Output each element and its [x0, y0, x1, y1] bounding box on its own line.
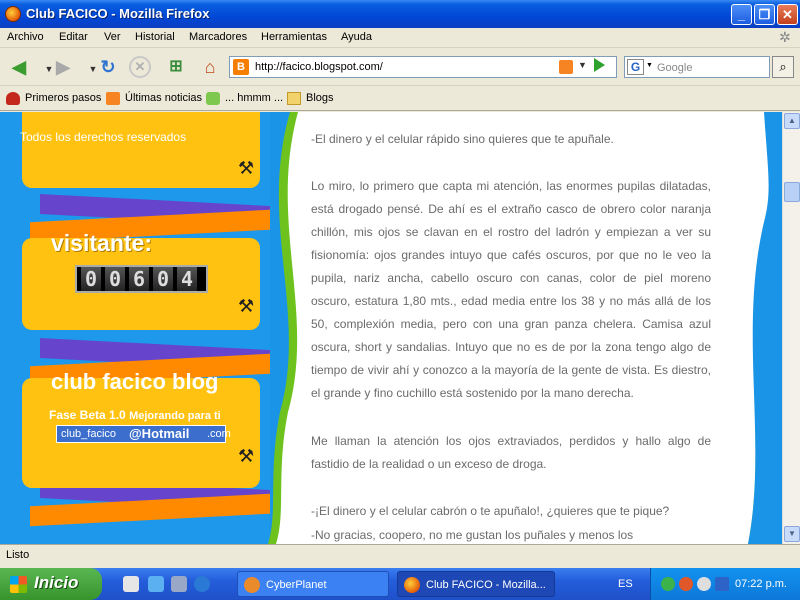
- visitor-counter: 00604: [75, 265, 208, 293]
- window-title: Club FACICO - Mozilla Firefox: [26, 6, 210, 21]
- post-paragraph: -No gracias, coopero, no me gustan los p…: [311, 528, 634, 542]
- windows-flag-icon: [10, 576, 27, 593]
- mail-user: club_facico: [61, 428, 117, 440]
- rss-feed-icon[interactable]: [559, 60, 573, 74]
- counter-digit: 6: [129, 267, 149, 291]
- start-button[interactable]: Inicio: [0, 568, 102, 600]
- beta-main: Fase Beta 1.0: [49, 408, 126, 422]
- counter-digit: 4: [177, 267, 197, 291]
- hotmail-contact[interactable]: club_facico @Hotmail .com: [56, 425, 231, 443]
- status-text: Listo: [6, 549, 30, 561]
- vertical-scrollbar[interactable]: ▲ ▼: [782, 112, 800, 544]
- counter-digit: 0: [153, 267, 173, 291]
- navigation-toolbar: ◀ ▼ ▶ ▼ ↻ ✕ ⊞ ⌂ B http://facico.blogspot…: [0, 48, 800, 86]
- counter-digit: 0: [105, 267, 125, 291]
- clock: 07:22 p.m.: [735, 578, 787, 590]
- reload-icon[interactable]: ↻: [95, 54, 121, 80]
- bookmark-chat-icon: [206, 92, 220, 105]
- post-paragraph: -El dinero y el celular rápido sino quie…: [311, 132, 614, 146]
- post-paragraph: Me llaman la atención los ojos extraviad…: [311, 434, 711, 471]
- go-arrow-icon[interactable]: [594, 58, 605, 72]
- cyberplanet-icon: [244, 577, 260, 593]
- beta-sub: Mejorando para ti: [129, 410, 221, 422]
- blog-sidebar: Todos los derechos reservados ⚒ visitant…: [0, 112, 270, 544]
- bookmark-blogs-folder[interactable]: Blogs: [306, 92, 334, 104]
- new-tab-icon[interactable]: ⊞: [163, 54, 189, 80]
- bookmark-hmmm[interactable]: ... hmmm ...: [225, 92, 283, 104]
- mail-domain: @Hotmail: [129, 426, 190, 441]
- scroll-down-icon[interactable]: ▼: [784, 526, 800, 542]
- close-button[interactable]: ✕: [777, 4, 798, 25]
- menu-herramientas[interactable]: Herramientas: [261, 31, 327, 43]
- tray-security-icon[interactable]: [715, 577, 729, 591]
- bookmark-rss-icon: [106, 92, 120, 105]
- minimize-button[interactable]: _: [731, 4, 752, 25]
- tray-app-icon[interactable]: [679, 577, 693, 591]
- address-bar[interactable]: B http://facico.blogspot.com/ ▼: [229, 56, 617, 78]
- bookmark-primeros-pasos[interactable]: Primeros pasos: [25, 92, 101, 104]
- tray-volume-icon[interactable]: [697, 577, 711, 591]
- mail-tld: .com: [207, 428, 231, 440]
- firefox-icon: [404, 577, 420, 593]
- window-titlebar: Club FACICO - Mozilla Firefox _ ❐ ✕: [0, 0, 800, 28]
- blogger-favicon-icon: B: [233, 59, 249, 75]
- address-dropdown-icon[interactable]: ▼: [578, 60, 587, 70]
- throbber-icon: ✲: [779, 29, 791, 45]
- menu-historial[interactable]: Historial: [135, 31, 175, 43]
- folder-icon: [287, 92, 301, 105]
- quicklaunch-desktop-icon[interactable]: [123, 576, 139, 592]
- quicklaunch-ie-icon[interactable]: [194, 576, 210, 592]
- quicklaunch-outlook-icon[interactable]: [171, 576, 187, 592]
- task-label: Club FACICO - Mozilla...: [426, 579, 546, 591]
- windows-taskbar: Inicio CyberPlanet Club FACICO - Mozilla…: [0, 568, 800, 600]
- task-label: CyberPlanet: [266, 579, 327, 591]
- system-tray: 07:22 p.m.: [650, 568, 800, 600]
- tools-icon[interactable]: ⚒: [238, 158, 254, 179]
- forward-arrow-icon[interactable]: ▶: [50, 54, 76, 80]
- bookmarks-toolbar: Primeros pasos Últimas noticias ... hmmm…: [0, 87, 800, 111]
- tools-icon[interactable]: ⚒: [238, 446, 254, 467]
- copyright-text: Todos los derechos reservados: [20, 130, 187, 144]
- beta-text: Fase Beta 1.0 Mejorando para ti: [49, 408, 221, 422]
- start-label: Inicio: [34, 573, 79, 592]
- google-engine-icon[interactable]: G: [627, 59, 644, 75]
- menu-archivo[interactable]: Archivo: [7, 31, 44, 43]
- bookmark-firefox-icon: [6, 92, 20, 105]
- search-placeholder: Google: [657, 62, 693, 74]
- menu-bar: Archivo Editar Ver Historial Marcadores …: [0, 28, 800, 48]
- firefox-icon: [5, 6, 21, 22]
- search-box[interactable]: G ▼ Google: [624, 56, 770, 78]
- post-paragraph: Lo miro, lo primero que capta mi atenció…: [311, 179, 711, 400]
- stop-icon[interactable]: ✕: [129, 56, 151, 78]
- counter-digit: 0: [81, 267, 101, 291]
- scroll-thumb[interactable]: [784, 182, 800, 202]
- menu-editar[interactable]: Editar: [59, 31, 88, 43]
- engine-dropdown-icon[interactable]: ▼: [646, 62, 653, 69]
- copyright-panel: [22, 112, 260, 188]
- status-bar: Listo: [0, 544, 800, 566]
- visitor-title: visitante:: [51, 230, 152, 256]
- task-firefox[interactable]: Club FACICO - Mozilla...: [397, 571, 555, 597]
- club-title: club facico blog: [51, 369, 219, 394]
- bookmark-ultimas-noticias[interactable]: Últimas noticias: [125, 92, 202, 104]
- quicklaunch-messenger-icon[interactable]: [148, 576, 164, 592]
- menu-ver[interactable]: Ver: [104, 31, 121, 43]
- post-paragraph: -¡El dinero y el celular cabrón o te apu…: [311, 504, 670, 518]
- search-magnifier-icon[interactable]: ⌕: [772, 56, 794, 78]
- tools-icon[interactable]: ⚒: [238, 296, 254, 317]
- maximize-button[interactable]: ❐: [754, 4, 775, 25]
- tray-network-icon[interactable]: [661, 577, 675, 591]
- home-icon[interactable]: ⌂: [197, 54, 223, 80]
- scroll-up-icon[interactable]: ▲: [784, 113, 800, 129]
- back-arrow-icon[interactable]: ◀: [6, 54, 32, 80]
- task-cyberplanet[interactable]: CyberPlanet: [237, 571, 389, 597]
- menu-marcadores[interactable]: Marcadores: [189, 31, 247, 43]
- menu-ayuda[interactable]: Ayuda: [341, 31, 372, 43]
- language-indicator[interactable]: ES: [618, 578, 633, 590]
- address-url: http://facico.blogspot.com/: [255, 61, 383, 73]
